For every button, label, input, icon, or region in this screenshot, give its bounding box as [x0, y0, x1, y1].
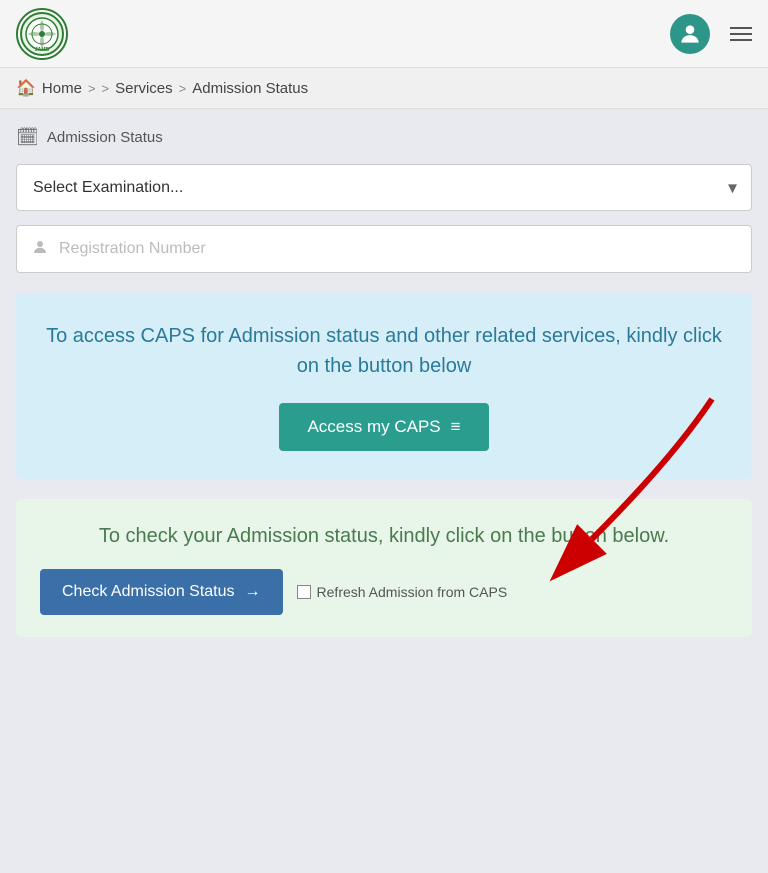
hamburger-menu[interactable] — [730, 27, 752, 41]
refresh-admission-checkbox[interactable] — [297, 585, 311, 599]
breadcrumb-sep1: > — [88, 81, 96, 96]
user-avatar-icon[interactable] — [670, 14, 710, 54]
access-caps-label: Access my CAPS — [307, 417, 440, 437]
caps-card: To access CAPS for Admission status and … — [16, 293, 752, 479]
breadcrumb-services[interactable]: Services — [115, 80, 173, 97]
user-field-icon — [31, 238, 49, 261]
check-admission-label: Check Admission Status — [62, 583, 235, 601]
header: JAMB — [0, 0, 768, 68]
svg-text:JAMB: JAMB — [35, 47, 50, 52]
breadcrumb-home[interactable]: Home — [42, 80, 82, 97]
header-right — [670, 14, 752, 54]
caps-card-description: To access CAPS for Admission status and … — [40, 321, 728, 381]
breadcrumb-sep3: > — [179, 81, 187, 96]
caps-btn-icon: ≡ — [451, 417, 461, 437]
breadcrumb-sep2: > — [102, 81, 110, 96]
access-caps-button[interactable]: Access my CAPS ≡ — [279, 403, 488, 451]
refresh-admission-label[interactable]: Refresh Admission from CAPS — [297, 584, 508, 600]
check-admission-status-button[interactable]: Check Admission Status → — [40, 569, 283, 615]
page-title-icon: 🗓 — [16, 127, 39, 148]
admission-bottom-row: Check Admission Status → Refresh Admissi… — [40, 569, 728, 615]
logo-inner: JAMB — [20, 12, 64, 56]
registration-input-wrapper — [16, 225, 752, 273]
header-left: JAMB — [16, 8, 68, 60]
registration-number-input[interactable] — [59, 226, 737, 272]
check-admission-arrow-icon: → — [245, 583, 261, 601]
admission-card: To check your Admission status, kindly c… — [16, 499, 752, 637]
breadcrumb: 🏠 Home > > Services > Admission Status — [0, 68, 768, 109]
logo[interactable]: JAMB — [16, 8, 68, 60]
breadcrumb-current: Admission Status — [192, 80, 308, 97]
refresh-admission-text: Refresh Admission from CAPS — [317, 584, 508, 600]
home-icon: 🏠 — [16, 78, 36, 98]
main-content: 🗓 Admission Status Select Examination...… — [0, 109, 768, 655]
page-title: Admission Status — [47, 129, 163, 146]
page-title-bar: 🗓 Admission Status — [16, 127, 752, 148]
examination-select-wrapper: Select Examination...UTME 2023UTME 2022U… — [16, 164, 752, 211]
admission-card-description: To check your Admission status, kindly c… — [40, 521, 728, 551]
examination-select[interactable]: Select Examination...UTME 2023UTME 2022U… — [17, 165, 751, 210]
